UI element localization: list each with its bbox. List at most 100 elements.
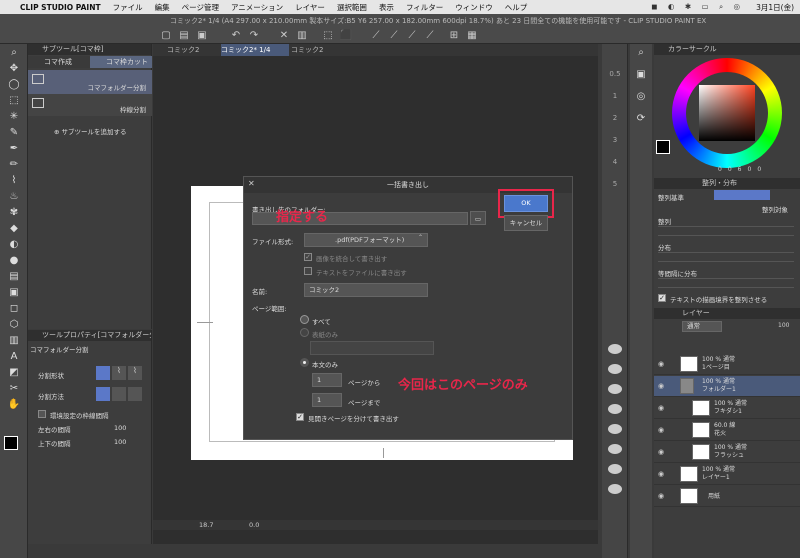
to-page-field[interactable]: 1 <box>312 393 342 407</box>
browse-folder-button[interactable]: ▭ <box>470 211 486 225</box>
tab-cut-panel[interactable]: コマ枠カット <box>90 56 152 68</box>
nav-thumb[interactable] <box>608 364 622 374</box>
wand-tool-icon[interactable]: ✳ <box>6 110 22 124</box>
split-shape-option[interactable]: ⌇ <box>128 366 142 380</box>
nav-num[interactable]: 1 <box>606 92 624 100</box>
panel-icon[interactable]: ▦ <box>464 28 480 44</box>
layer-row[interactable]: ◉ 100 % 通常 フォルダー1 <box>654 376 800 397</box>
name-field[interactable]: コミック2 <box>304 283 428 297</box>
eye-icon[interactable]: ◉ <box>658 360 664 368</box>
eye-icon[interactable]: ◉ <box>658 404 664 412</box>
open-icon[interactable]: ▤ <box>176 28 192 44</box>
subtool-item-folder-split[interactable]: コマフォルダー分割 <box>28 70 152 94</box>
frame-icon[interactable]: ▣ <box>6 286 22 300</box>
menu-page[interactable]: ページ管理 <box>182 2 219 13</box>
zoom-value[interactable]: 18.7 <box>199 521 213 529</box>
blend-icon[interactable]: ◐ <box>6 238 22 252</box>
nav-thumb[interactable] <box>608 384 622 394</box>
airbrush-icon[interactable]: ♨ <box>6 190 22 204</box>
opacity-value[interactable]: 100 <box>778 322 789 329</box>
layer-row[interactable]: ◉ 60.0 線花火 <box>654 420 800 441</box>
move-tool-icon[interactable]: ✥ <box>6 62 22 76</box>
tb-spacing-value[interactable]: 100 <box>114 438 126 446</box>
subview-icon[interactable]: ▣ <box>633 68 649 82</box>
layer-row[interactable]: ◉ 100 % 通常 フラッシュ <box>654 442 800 463</box>
balloon-icon[interactable]: ◩ <box>6 366 22 380</box>
app-menu[interactable]: CLIP STUDIO PAINT <box>20 3 101 12</box>
layer-row[interactable]: ◉ 100 % 通常 フキダシ1 <box>654 398 800 419</box>
gradient-icon[interactable]: ▤ <box>6 270 22 284</box>
align-buttons[interactable] <box>658 226 794 236</box>
blend-mode-select[interactable]: 通常 <box>682 321 722 332</box>
all-radio[interactable] <box>300 315 309 324</box>
grid-icon[interactable]: ⊞ <box>446 28 462 44</box>
fill-icon[interactable]: ▥ <box>294 28 310 44</box>
ruler-icon-4[interactable]: ⟋ <box>422 28 438 44</box>
nav-thumb[interactable] <box>608 344 622 354</box>
split-shape-selected[interactable] <box>96 366 110 380</box>
clear-icon[interactable]: ✕ <box>276 28 292 44</box>
layer-row[interactable]: ◉ 100 % 通常 レイヤー1 <box>654 464 800 485</box>
nav-thumb[interactable] <box>608 464 622 474</box>
correct-icon[interactable]: ✂ <box>6 382 22 396</box>
zoom-tool-icon[interactable]: ⌕ <box>6 46 22 60</box>
nav-thumb[interactable] <box>608 484 622 494</box>
main-color-box[interactable] <box>656 140 670 154</box>
ruler-icon-2[interactable]: ⟋ <box>386 28 402 44</box>
nav-thumb[interactable] <box>608 444 622 454</box>
deco-icon[interactable]: ✾ <box>6 206 22 220</box>
redo-icon[interactable]: ↷ <box>246 28 262 44</box>
align-basis-icons[interactable] <box>714 190 770 200</box>
lr-spacing-value[interactable]: 100 <box>114 424 126 432</box>
from-page-field[interactable]: 1 <box>312 373 342 387</box>
cover-select[interactable] <box>310 341 434 355</box>
layer-row[interactable]: ◉ 100 % 通常 1ページ目 <box>654 354 800 375</box>
split-method-selected[interactable] <box>96 387 110 401</box>
menu-view[interactable]: 表示 <box>379 2 394 13</box>
clock[interactable]: 3月1日(金) <box>756 2 794 13</box>
undo-icon[interactable]: ↶ <box>228 28 244 44</box>
ruler-icon-1[interactable]: ⟋ <box>368 28 384 44</box>
menu-layer[interactable]: レイヤー <box>295 2 325 13</box>
menu-edit[interactable]: 編集 <box>155 2 170 13</box>
history-icon[interactable]: ⟳ <box>633 112 649 126</box>
env-spacing-checkbox[interactable] <box>38 410 46 418</box>
menu-selection[interactable]: 選択範囲 <box>337 2 367 13</box>
ruler-icon-3[interactable]: ⟋ <box>404 28 420 44</box>
nav-thumb[interactable] <box>608 424 622 434</box>
eraser-icon[interactable]: ◆ <box>6 222 22 236</box>
nav-num[interactable]: 0.5 <box>606 70 624 78</box>
distribute-buttons[interactable] <box>658 252 794 262</box>
color-wheel[interactable] <box>672 58 782 168</box>
nav-num[interactable]: 2 <box>606 114 624 122</box>
eye-icon[interactable]: ◉ <box>658 448 664 456</box>
cover-radio[interactable] <box>300 328 309 337</box>
layer-row[interactable]: ◉ 用紙 <box>654 486 800 507</box>
merge-checkbox[interactable]: ✓ <box>304 253 312 261</box>
ruler-tool-icon[interactable]: ⬡ <box>6 318 22 332</box>
lasso-tool-icon[interactable]: ◯ <box>6 78 22 92</box>
select-tool-icon[interactable]: ⬚ <box>6 94 22 108</box>
eye-icon[interactable]: ◉ <box>658 470 664 478</box>
subtool-item-line-split[interactable]: 枠線分割 <box>28 94 152 116</box>
pencil-tool-icon[interactable]: ✏ <box>6 158 22 172</box>
panel-tool-icon[interactable]: ▥ <box>6 334 22 348</box>
menu-file[interactable]: ファイル <box>113 2 143 13</box>
menu-help[interactable]: ヘルプ <box>505 2 528 13</box>
color-square[interactable] <box>699 85 755 141</box>
figure-icon[interactable]: ◻ <box>6 302 22 316</box>
nav-num[interactable]: 4 <box>606 158 624 166</box>
status-icons[interactable]: ◼ ◐ ✱ ▭ ⌕ ◎ <box>651 2 744 12</box>
spacing-buttons[interactable] <box>658 278 794 288</box>
angle-value[interactable]: 0.0 <box>249 521 259 529</box>
fill-tool-icon[interactable]: ● <box>6 254 22 268</box>
doc-tab-3[interactable]: コミック2 <box>291 44 345 56</box>
add-subtool-link[interactable]: ⊕ サブツールを追加する <box>54 126 127 136</box>
doc-tab-active[interactable]: コミック2* 1/4 <box>221 44 289 56</box>
text-bounds-checkbox[interactable]: ✓ <box>658 294 666 302</box>
split-method-option[interactable] <box>112 387 126 401</box>
nav-thumb[interactable] <box>608 404 622 414</box>
info-icon[interactable]: ◎ <box>633 90 649 104</box>
tab-create-panel[interactable]: コマ作成 <box>28 56 90 68</box>
nav-num[interactable]: 3 <box>606 136 624 144</box>
